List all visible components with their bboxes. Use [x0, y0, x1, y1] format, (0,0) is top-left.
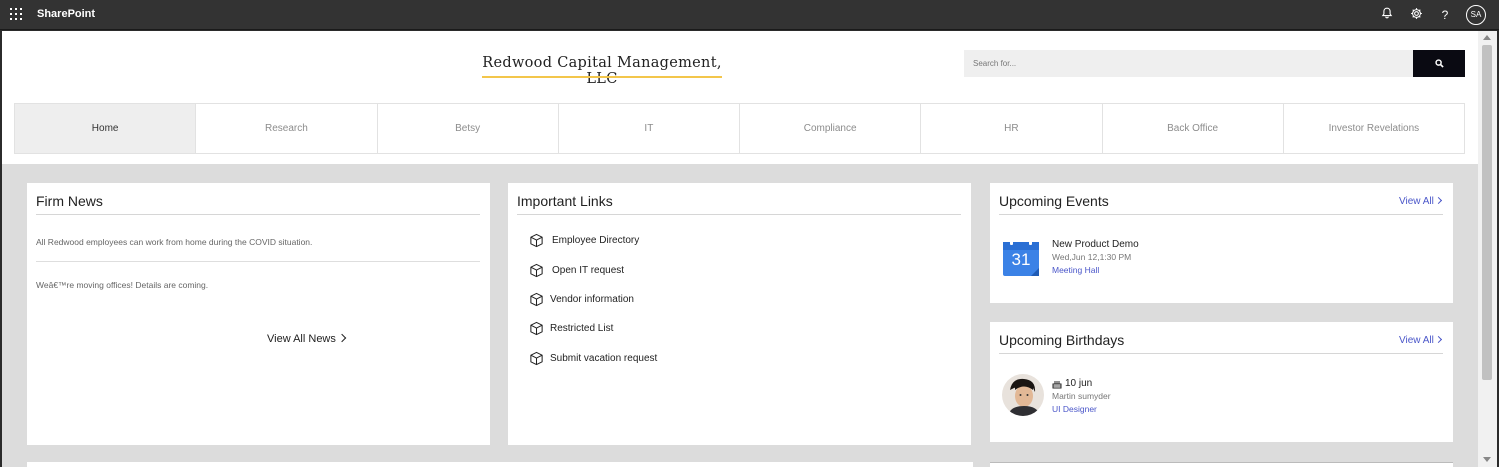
- user-avatar[interactable]: SA: [1466, 5, 1486, 25]
- nav-item-back-office[interactable]: Back Office: [1102, 104, 1284, 153]
- scroll-up-arrow-icon[interactable]: [1483, 35, 1491, 40]
- search-icon: [1435, 59, 1444, 68]
- news-item[interactable]: Weâ€™re moving offices! Details are comi…: [36, 280, 208, 290]
- view-all-news-link[interactable]: View All News: [267, 333, 347, 345]
- nav-item-it[interactable]: IT: [558, 104, 740, 153]
- card-divider: [36, 214, 480, 215]
- vertical-scrollbar[interactable]: [1478, 31, 1497, 467]
- search-box: [964, 50, 1414, 77]
- nav-item-research[interactable]: Research: [196, 104, 378, 153]
- gear-icon[interactable]: [1408, 7, 1424, 23]
- link-restricted-list[interactable]: Restricted List: [529, 321, 613, 336]
- chevron-right-icon: [1434, 335, 1442, 344]
- birthday-date: 10 jun: [1052, 378, 1092, 389]
- upcoming-events-card: Upcoming Events View All 31 New Product …: [990, 183, 1453, 303]
- card-title: Upcoming Birthdays: [999, 332, 1125, 348]
- birthday-person-name[interactable]: Martin sumyder: [1052, 391, 1111, 401]
- nav-item-home[interactable]: Home: [15, 104, 197, 153]
- app-name[interactable]: SharePoint: [37, 8, 95, 20]
- waffle-icon[interactable]: [10, 8, 22, 20]
- site-title-underline: [482, 76, 722, 78]
- cube-icon: [530, 321, 543, 336]
- site-title[interactable]: Redwood Capital Management, LLC: [482, 55, 722, 87]
- search-input[interactable]: [964, 50, 1414, 77]
- cube-icon: [530, 233, 543, 248]
- link-label: Restricted List: [550, 323, 614, 334]
- card-divider: [999, 353, 1443, 354]
- link-employee-directory[interactable]: Employee Directory: [529, 233, 639, 248]
- card-divider: [999, 214, 1443, 215]
- link-label: Employee Directory: [552, 235, 640, 246]
- avatar[interactable]: [1002, 374, 1044, 416]
- firm-news-card: Firm News All Redwood employees can work…: [27, 183, 490, 445]
- search-button[interactable]: [1413, 50, 1465, 77]
- event-location[interactable]: Meeting Hall: [1052, 265, 1099, 275]
- help-icon[interactable]: ?: [1437, 7, 1453, 23]
- scroll-down-arrow-icon[interactable]: [1483, 457, 1491, 462]
- card-title: Upcoming Events: [999, 193, 1109, 209]
- card-title: Important Links: [517, 193, 613, 209]
- link-vendor-information[interactable]: Vendor information: [529, 292, 634, 307]
- bell-icon[interactable]: [1379, 7, 1395, 23]
- link-label: Vendor information: [550, 294, 634, 305]
- link-submit-vacation-request[interactable]: Submit vacation request: [529, 351, 657, 366]
- link-label: Open IT request: [552, 265, 625, 276]
- chevron-right-icon: [337, 333, 347, 343]
- page-content: Redwood Capital Management, LLC Home Res…: [2, 31, 1478, 467]
- top-navigation: Home Research Betsy IT Compliance HR Bac…: [14, 103, 1465, 154]
- birthday-person-role: UI Designer: [1052, 404, 1097, 414]
- events-view-all-link[interactable]: View All: [1399, 196, 1442, 207]
- link-label: Submit vacation request: [550, 353, 658, 364]
- card-title: Firm News: [36, 193, 103, 209]
- upcoming-birthdays-card: Upcoming Birthdays View All 10 jun Marti…: [990, 322, 1453, 442]
- nav-item-betsy[interactable]: Betsy: [377, 104, 559, 153]
- calendar-icon: 31: [1002, 239, 1040, 277]
- view-all-label: View All: [1399, 335, 1434, 346]
- cube-icon: [530, 292, 543, 307]
- card-divider: [517, 214, 961, 215]
- site-header: Redwood Capital Management, LLC Home Res…: [2, 31, 1478, 164]
- chevron-right-icon: [1434, 196, 1442, 205]
- important-links-card: Important Links Employee Directory Open …: [508, 183, 971, 445]
- bottom-card-partial: [990, 462, 1453, 467]
- nav-item-compliance[interactable]: Compliance: [740, 104, 922, 153]
- nav-item-investor-revelations[interactable]: Investor Revelations: [1283, 104, 1464, 153]
- view-all-news-label: View All News: [267, 333, 336, 345]
- bottom-card-partial: [27, 462, 973, 467]
- news-divider: [36, 261, 480, 262]
- cube-icon: [530, 351, 543, 366]
- calendar-day: 31: [1011, 250, 1031, 269]
- event-title[interactable]: New Product Demo: [1052, 239, 1139, 250]
- link-open-it-request[interactable]: Open IT request: [529, 263, 624, 278]
- birthday-date-text: 10 jun: [1065, 378, 1093, 389]
- cake-icon: [1052, 380, 1062, 388]
- nav-item-hr[interactable]: HR: [921, 104, 1103, 153]
- cube-icon: [530, 263, 543, 278]
- suite-bar: SharePoint ? SA: [0, 0, 1499, 30]
- news-item[interactable]: All Redwood employees can work from home…: [36, 237, 312, 247]
- scroll-thumb[interactable]: [1482, 45, 1492, 380]
- event-date: Wed,Jun 12,1:30 PM: [1052, 252, 1132, 262]
- birthdays-view-all-link[interactable]: View All: [1399, 335, 1442, 346]
- view-all-label: View All: [1399, 196, 1434, 207]
